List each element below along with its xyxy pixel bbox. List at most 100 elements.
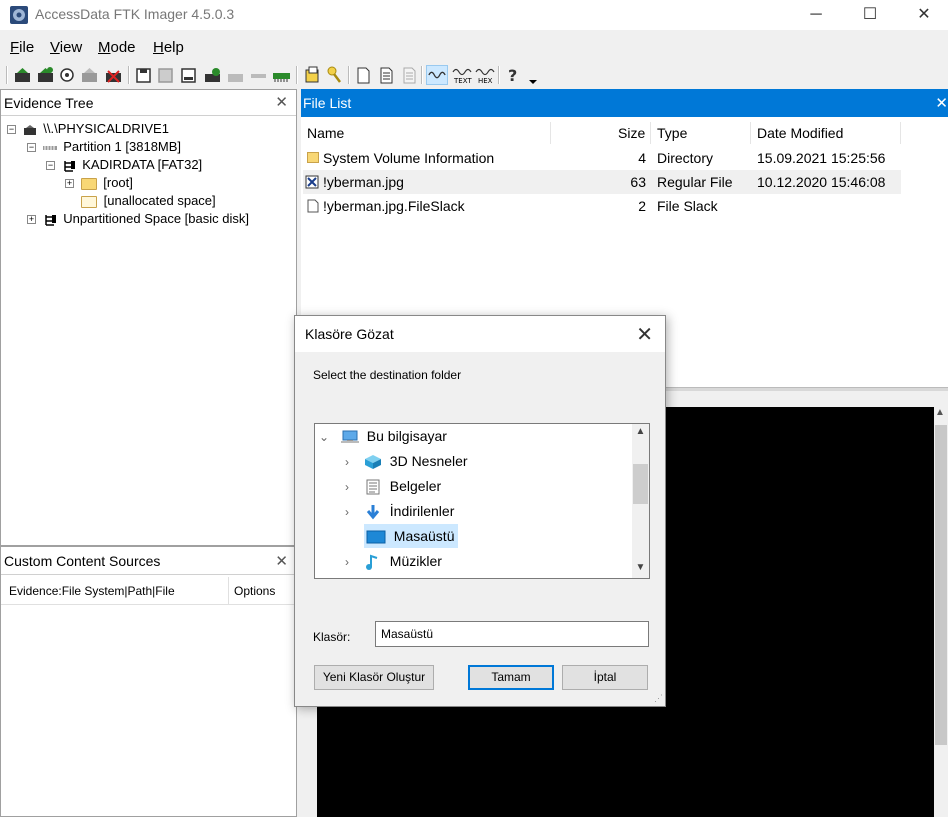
view-text-icon[interactable]: TEXT	[451, 65, 473, 85]
column-evidence-path[interactable]: Evidence:File System|Path|File	[9, 584, 175, 598]
maximize-button[interactable]: ☐	[847, 0, 893, 30]
add-all-evidence-icon[interactable]	[36, 65, 55, 85]
help-icon[interactable]: ?	[504, 65, 523, 85]
tree-item-indirilenler[interactable]: › İndirilenler	[340, 499, 454, 523]
column-options[interactable]: Options	[234, 584, 275, 598]
title-bar: AccessData FTK Imager 4.5.0.3 ─ ☐ ✕	[0, 0, 948, 30]
chevron-down-icon[interactable]: ⌄	[317, 425, 331, 449]
expand-icon[interactable]: +	[65, 179, 74, 189]
export-logical-image-icon[interactable]	[179, 65, 198, 85]
folder-label: Klasör:	[313, 630, 351, 644]
tree-item-muzikler[interactable]: › Müzikler	[340, 549, 442, 573]
decrypt-icon[interactable]	[249, 65, 268, 85]
file-system-icon	[63, 160, 75, 172]
file-row[interactable]: System Volume Information 4 Directory 15…	[303, 146, 901, 170]
chevron-right-icon[interactable]: ›	[340, 475, 354, 499]
add-evidence-icon[interactable]	[13, 65, 32, 85]
image-mounting-icon[interactable]	[58, 65, 77, 85]
obtain-protected-files-icon[interactable]	[303, 65, 322, 85]
tree-item-bu-bilgisayar[interactable]: ⌄ Bu bilgisayar	[317, 424, 447, 448]
close-dialog-icon[interactable]: ✕	[636, 322, 653, 347]
close-file-list-icon[interactable]: ✕	[935, 94, 948, 112]
tree-item-masaustu[interactable]: Masaüstü	[340, 524, 459, 548]
svg-text:TEXT: TEXT	[453, 77, 472, 85]
file-system-icon	[44, 214, 56, 226]
column-size[interactable]: Size	[618, 122, 645, 144]
custom-content-title: Custom Content Sources	[4, 553, 161, 569]
menu-help[interactable]: Help	[153, 39, 184, 56]
resize-grip-icon[interactable]: ⋰	[654, 693, 663, 704]
create-disk-image-icon[interactable]	[134, 65, 153, 85]
documents-icon	[366, 479, 380, 495]
menu-file[interactable]: File	[10, 39, 34, 56]
export-directory-listing-icon[interactable]	[400, 65, 419, 85]
file-row[interactable]: !yberman.jpg.FileSlack 2 File Slack	[303, 194, 901, 218]
tree-item-partition1[interactable]: − Partition 1 [3818MB]	[27, 138, 181, 156]
tree-item-unpartitioned-space[interactable]: + Unpartitioned Space [basic disk]	[27, 210, 249, 228]
chevron-right-icon[interactable]: ›	[340, 550, 354, 574]
evidence-tree-panel: Evidence Tree ✕ − \\.\PHYSICALDRIVE1 − P…	[0, 89, 297, 546]
remove-all-evidence-icon[interactable]	[104, 65, 123, 85]
folder-tree-scrollbar[interactable]: ▲ ▼	[632, 424, 649, 578]
export-disk-image-icon[interactable]	[156, 65, 175, 85]
tree-item-3d-nesneler[interactable]: › 3D Nesneler	[340, 449, 468, 473]
view-auto-icon[interactable]	[426, 65, 448, 85]
close-window-button[interactable]: ✕	[901, 0, 947, 30]
physical-drive-icon	[23, 124, 36, 135]
export-files-icon[interactable]	[354, 65, 373, 85]
file-slack-icon	[307, 199, 319, 213]
scroll-up-icon[interactable]: ▲	[935, 407, 945, 418]
column-name[interactable]: Name	[307, 122, 344, 144]
computer-icon	[340, 430, 359, 444]
file-row[interactable]: !yberman.jpg 63 Regular File 10.12.2020 …	[303, 170, 901, 194]
tree-item-root[interactable]: + [root]	[65, 174, 133, 192]
file-list-header: File List ✕	[301, 89, 948, 117]
cancel-button[interactable]: İptal	[562, 665, 648, 690]
chevron-right-icon[interactable]: ›	[340, 500, 354, 524]
collapse-icon[interactable]: −	[7, 125, 16, 135]
create-custom-content-image-icon[interactable]	[226, 65, 245, 85]
expand-icon[interactable]: +	[27, 215, 36, 225]
close-custom-content-icon[interactable]: ✕	[275, 552, 288, 570]
column-type[interactable]: Type	[657, 122, 687, 144]
scroll-up-icon[interactable]: ▲	[632, 426, 649, 437]
close-evidence-tree-icon[interactable]: ✕	[275, 93, 288, 111]
add-to-custom-content-icon[interactable]	[203, 65, 222, 85]
menu-bar: File View Mode Help	[0, 36, 948, 60]
scroll-thumb[interactable]	[935, 425, 947, 745]
dialog-prompt: Select the destination folder	[313, 368, 462, 382]
export-file-hash-list-icon[interactable]	[377, 65, 396, 85]
browse-folder-dialog: Klasöre Gözat ✕ Select the destination f…	[294, 315, 666, 707]
toolbar-overflow-chevron-icon[interactable]	[527, 65, 539, 85]
file-list-title: File List	[303, 95, 352, 111]
remove-evidence-icon[interactable]	[80, 65, 99, 85]
deleted-file-icon	[305, 175, 319, 189]
music-icon	[365, 554, 378, 571]
menu-mode[interactable]: Mode	[98, 39, 136, 56]
tree-item-physicaldrive[interactable]: − \\.\PHYSICALDRIVE1	[7, 120, 169, 138]
new-folder-button[interactable]: Yeni Klasör Oluştur	[314, 665, 434, 690]
menu-view[interactable]: View	[50, 39, 82, 56]
folder-input[interactable]	[375, 621, 649, 647]
column-date-modified[interactable]: Date Modified	[757, 122, 843, 144]
capture-memory-icon[interactable]	[272, 65, 291, 85]
scroll-down-icon[interactable]: ▼	[632, 562, 649, 573]
partition-icon	[42, 145, 57, 150]
window-title: AccessData FTK Imager 4.5.0.3	[35, 6, 235, 22]
ok-button[interactable]: Tamam	[468, 665, 554, 690]
viewer-scrollbar[interactable]: ▲	[934, 407, 948, 747]
folder-icon	[80, 177, 97, 190]
minimize-button[interactable]: ─	[793, 0, 839, 30]
tree-item-unallocated-space[interactable]: [unallocated space]	[81, 192, 216, 210]
collapse-icon[interactable]: −	[27, 143, 36, 153]
detect-encryption-icon[interactable]	[325, 65, 344, 85]
scroll-thumb[interactable]	[633, 464, 648, 504]
tree-item-belgeler[interactable]: › Belgeler	[340, 474, 441, 498]
view-hex-icon[interactable]: HEX	[474, 65, 496, 85]
evidence-tree-title: Evidence Tree	[4, 95, 94, 111]
folder-icon	[307, 152, 319, 163]
ftk-app-icon	[10, 6, 28, 24]
tree-item-kadirdata[interactable]: − KADIRDATA [FAT32]	[46, 156, 202, 174]
chevron-right-icon[interactable]: ›	[340, 450, 354, 474]
collapse-icon[interactable]: −	[46, 161, 55, 171]
